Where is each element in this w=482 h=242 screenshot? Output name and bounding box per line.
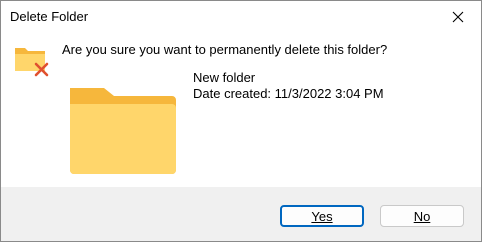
folder-date-created: Date created: 11/3/2022 3:04 PM bbox=[193, 86, 384, 101]
folder-name: New folder bbox=[193, 70, 256, 85]
folder-icon bbox=[70, 88, 176, 174]
no-button[interactable]: No bbox=[380, 205, 464, 227]
delete-folder-icon bbox=[15, 48, 49, 77]
dialog-footer: Yes No bbox=[1, 187, 481, 241]
delete-folder-dialog: Delete Folder Are you sure you want to p… bbox=[0, 0, 482, 242]
close-button[interactable] bbox=[435, 1, 481, 33]
title-bar: Delete Folder bbox=[1, 1, 481, 33]
close-icon bbox=[452, 11, 464, 23]
dialog-title: Delete Folder bbox=[10, 9, 89, 24]
confirmation-message: Are you sure you want to permanently del… bbox=[62, 42, 388, 57]
no-button-label: No bbox=[413, 208, 431, 224]
dialog-content: Are you sure you want to permanently del… bbox=[1, 33, 481, 187]
yes-button-label: Yes bbox=[311, 208, 333, 224]
yes-button[interactable]: Yes bbox=[280, 205, 364, 227]
